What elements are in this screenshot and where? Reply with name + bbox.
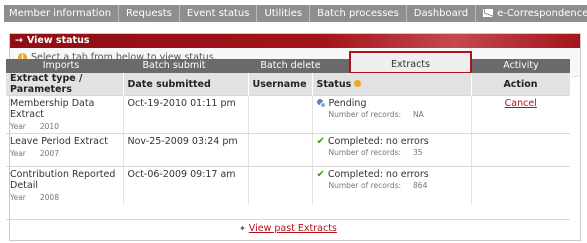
- table-row: Membership Data Extract Year 2010 Oct-19-…: [6, 95, 570, 134]
- parameter-label: Year: [10, 149, 26, 158]
- tab-imports[interactable]: Imports: [6, 59, 116, 73]
- date-submitted: Oct-19-2010 01:11 pm: [123, 95, 249, 134]
- extract-type-cell: Leave Period Extract Year 2007: [6, 133, 124, 167]
- pending-icon: [316, 99, 326, 108]
- table-header-row: Extract type / Parameters Date submitted…: [6, 73, 571, 96]
- sparkle-icon: ✦: [239, 224, 246, 233]
- nav-e-correspondence-label: e-Correspondence: [497, 8, 587, 19]
- parameter-label: Year: [10, 193, 26, 202]
- records-label: Number of records:: [328, 148, 402, 157]
- username: [248, 166, 313, 204]
- nav-e-correspondence[interactable]: e-Correspondence: [476, 5, 587, 22]
- nav-dashboard[interactable]: Dashboard: [407, 5, 477, 22]
- status-cell: Pending Number of records: NA: [312, 95, 472, 134]
- panel-title: View status: [26, 35, 90, 46]
- records-value: 35: [413, 148, 423, 157]
- panel-header: → View status: [10, 34, 580, 48]
- records-count: Number of records: NA: [329, 110, 467, 119]
- nav-requests[interactable]: Requests: [119, 5, 180, 22]
- extract-type: Membership Data Extract: [10, 98, 95, 120]
- table-row: Contribution Reported Detail Year 2008 Oc…: [6, 166, 570, 204]
- cancel-link[interactable]: Cancel: [505, 98, 537, 109]
- status-tabs: Imports Batch submit Batch delete Extrac…: [6, 51, 570, 74]
- date-submitted: Oct-06-2009 09:17 am: [123, 166, 249, 204]
- column-header-date-submitted: Date submitted: [123, 73, 249, 96]
- tab-activity[interactable]: Activity: [472, 59, 570, 73]
- status-text: Completed: no errors: [327, 136, 429, 147]
- view-past-extracts-link[interactable]: View past Extracts: [249, 223, 337, 234]
- column-header-status[interactable]: Status: [312, 73, 472, 96]
- parameter-value: 2007: [39, 149, 59, 158]
- date-submitted: Nov-25-2009 03:24 pm: [123, 133, 249, 167]
- extract-type-cell: Contribution Reported Detail Year 2008: [6, 166, 124, 204]
- nav-batch-processes[interactable]: Batch processes: [310, 5, 407, 22]
- check-icon: ✔: [316, 169, 325, 180]
- records-label: Number of records:: [328, 181, 402, 190]
- extract-type-cell: Membership Data Extract Year 2010: [6, 95, 124, 134]
- parameter: Year 2010: [10, 122, 119, 131]
- records-count: Number of records: 35: [329, 148, 467, 157]
- parameter: Year 2008: [10, 193, 119, 202]
- status-text: Pending: [328, 98, 367, 109]
- column-header-action: Action: [471, 73, 571, 96]
- column-header-username: Username: [248, 73, 313, 96]
- parameter-label: Year: [10, 122, 26, 131]
- arrow-right-icon: →: [15, 35, 23, 46]
- records-count: Number of records: 864: [329, 181, 467, 190]
- username: [248, 133, 313, 167]
- parameter-value: 2010: [39, 122, 59, 131]
- parameter-value: 2008: [39, 193, 59, 202]
- view-past-extracts-row: ✦ View past Extracts: [6, 219, 570, 237]
- tab-extracts[interactable]: Extracts: [349, 51, 472, 74]
- sort-icon[interactable]: [354, 79, 362, 87]
- records-label: Number of records:: [328, 110, 402, 119]
- check-icon: ✔: [316, 136, 325, 147]
- column-header-extract-type: Extract type / Parameters: [6, 73, 124, 96]
- nav-event-status[interactable]: Event status: [180, 5, 258, 22]
- extracts-table: Extract type / Parameters Date submitted…: [6, 73, 571, 204]
- username: [248, 95, 313, 134]
- status-text: Completed: no errors: [327, 169, 429, 180]
- mail-icon: [483, 9, 494, 17]
- table-row: Leave Period Extract Year 2007 Nov-25-200…: [6, 133, 570, 167]
- tab-batch-submit[interactable]: Batch submit: [116, 59, 232, 73]
- tab-batch-delete[interactable]: Batch delete: [232, 59, 349, 73]
- top-navigation: Member information Requests Event status…: [4, 5, 587, 22]
- column-header-status-label: Status: [316, 78, 352, 90]
- records-value: 864: [413, 181, 428, 190]
- nav-utilities[interactable]: Utilities: [257, 5, 311, 22]
- action-cell: [471, 166, 570, 204]
- extract-type: Leave Period Extract: [10, 136, 108, 147]
- nav-member-information[interactable]: Member information: [4, 5, 120, 22]
- records-value: NA: [413, 110, 424, 119]
- status-cell: ✔ Completed: no errors Number of records:…: [312, 166, 472, 204]
- action-cell: [471, 133, 570, 167]
- action-cell: Cancel: [471, 95, 570, 134]
- status-cell: ✔ Completed: no errors Number of records:…: [312, 133, 472, 167]
- extract-type: Contribution Reported Detail: [10, 169, 116, 191]
- parameter: Year 2007: [10, 149, 119, 158]
